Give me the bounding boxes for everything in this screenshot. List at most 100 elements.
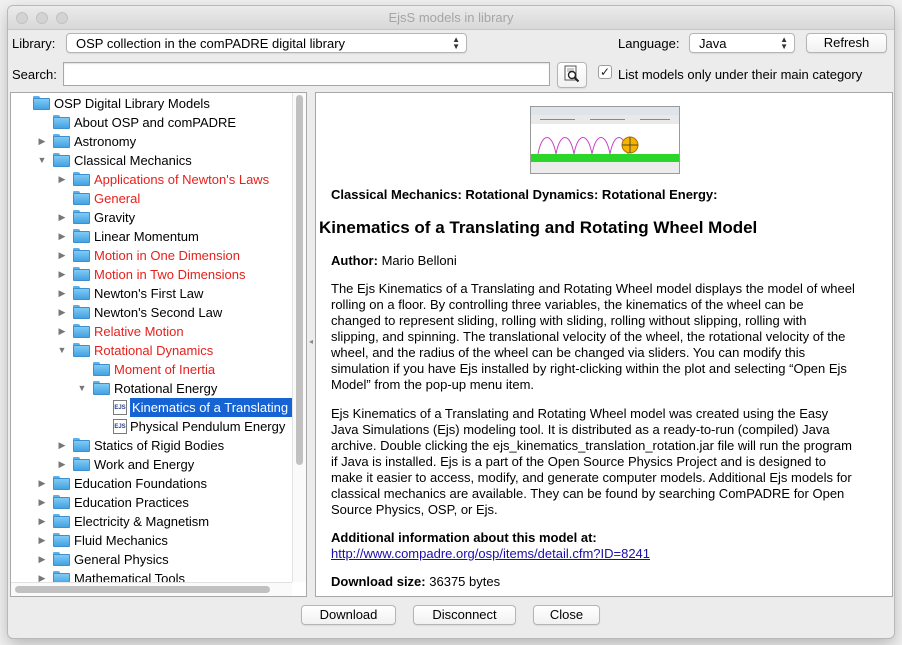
folder-icon bbox=[53, 134, 70, 148]
tree-item-label: Rotational Dynamics bbox=[94, 343, 214, 358]
close-window-button[interactable] bbox=[16, 12, 28, 24]
tree-item[interactable]: ▶ Newton's First Law bbox=[11, 284, 292, 303]
search-button[interactable] bbox=[557, 62, 587, 88]
folder-icon bbox=[93, 362, 110, 376]
folder-icon bbox=[73, 438, 90, 452]
title-bar: EjsS models in library bbox=[8, 6, 894, 30]
disclosure-collapsed-icon[interactable]: ▶ bbox=[57, 265, 67, 284]
tree-item-label: Moment of Inertia bbox=[114, 362, 216, 377]
disclosure-collapsed-icon[interactable]: ▶ bbox=[57, 246, 67, 265]
refresh-button[interactable]: Refresh bbox=[806, 33, 887, 53]
tree-item[interactable]: ▶ Education Foundations bbox=[11, 474, 292, 493]
folder-icon bbox=[73, 210, 90, 224]
minimize-window-button[interactable] bbox=[36, 12, 48, 24]
description-paragraph-2: Ejs Kinematics of a Translating and Rota… bbox=[331, 406, 852, 517]
language-select-value: Java bbox=[699, 36, 727, 51]
tree-item-label: Education Practices bbox=[74, 495, 189, 510]
tree-item[interactable]: ▶ Relative Motion bbox=[11, 322, 292, 341]
tree-item[interactable]: ▶ Work and Energy bbox=[11, 455, 292, 474]
disclosure-collapsed-icon[interactable]: ▶ bbox=[37, 531, 47, 550]
disclosure-collapsed-icon[interactable]: ▶ bbox=[57, 170, 67, 189]
tree-item[interactable]: ▼ Rotational Energy bbox=[11, 379, 292, 398]
folder-icon bbox=[73, 286, 90, 300]
tree-item[interactable]: ▼ Classical Mechanics bbox=[11, 151, 292, 170]
disclosure-collapsed-icon[interactable]: ▶ bbox=[37, 474, 47, 493]
folder-icon bbox=[53, 514, 70, 528]
tree-item[interactable]: ▶ Education Practices bbox=[11, 493, 292, 512]
tree-item[interactable]: EJS Physical Pendulum Energy bbox=[11, 417, 292, 436]
tree-vertical-scrollbar[interactable] bbox=[292, 93, 306, 582]
disclosure-expanded-icon[interactable]: ▼ bbox=[77, 379, 87, 398]
tree-horizontal-scroll-thumb[interactable] bbox=[15, 586, 270, 593]
tree-item-label: Gravity bbox=[94, 210, 136, 225]
disclosure-collapsed-icon[interactable]: ▶ bbox=[37, 493, 47, 512]
folder-icon bbox=[53, 495, 70, 509]
disconnect-button[interactable]: Disconnect bbox=[413, 605, 516, 625]
folder-icon bbox=[53, 115, 70, 129]
model-detail-pane: Classical Mechanics: Rotational Dynamics… bbox=[315, 92, 893, 597]
tree-item[interactable]: ▶ Statics of Rigid Bodies bbox=[11, 436, 292, 455]
close-button[interactable]: Close bbox=[533, 605, 600, 625]
disclosure-collapsed-icon[interactable]: ▶ bbox=[37, 512, 47, 531]
tree-item-label: Education Foundations bbox=[74, 476, 207, 491]
collapse-left-arrow-icon: ◂ bbox=[309, 337, 314, 346]
folder-icon bbox=[73, 229, 90, 243]
disclosure-collapsed-icon[interactable]: ▶ bbox=[57, 208, 67, 227]
disclosure-collapsed-icon[interactable]: ▶ bbox=[37, 550, 47, 569]
tree-item[interactable]: EJSKinematics of a Translating and bbox=[11, 398, 292, 417]
additional-info-link[interactable]: http://www.compadre.org/osp/items/detail… bbox=[331, 546, 650, 562]
tree-item[interactable]: ▶ Motion in One Dimension bbox=[11, 246, 292, 265]
tree-item[interactable]: ▶ Mathematical Tools bbox=[11, 569, 292, 582]
zoom-window-button[interactable] bbox=[56, 12, 68, 24]
search-input[interactable] bbox=[63, 62, 550, 86]
tree-item[interactable]: ▶ Applications of Newton's Laws bbox=[11, 170, 292, 189]
tree-item[interactable]: ▶ Gravity bbox=[11, 208, 292, 227]
folder-icon bbox=[73, 324, 90, 338]
tree-item[interactable]: ▶ Electricity & Magnetism bbox=[11, 512, 292, 531]
disclosure-collapsed-icon[interactable]: ▶ bbox=[57, 303, 67, 322]
disclosure-collapsed-icon[interactable]: ▶ bbox=[37, 569, 47, 582]
folder-icon bbox=[73, 343, 90, 357]
tree-item-label: Motion in One Dimension bbox=[94, 248, 240, 263]
tree-item-label: OSP Digital Library Models bbox=[54, 96, 210, 111]
folder-icon bbox=[53, 153, 70, 167]
tree-item-label: General bbox=[94, 191, 141, 206]
tree-item[interactable]: About OSP and comPADRE bbox=[11, 113, 292, 132]
tree-item-label: Electricity & Magnetism bbox=[74, 514, 210, 529]
main-category-checkbox[interactable]: ✓ bbox=[598, 65, 612, 79]
folder-icon bbox=[33, 96, 50, 110]
disclosure-collapsed-icon[interactable]: ▶ bbox=[57, 322, 67, 341]
tree-item[interactable]: Moment of Inertia bbox=[11, 360, 292, 379]
disclosure-collapsed-icon[interactable]: ▶ bbox=[57, 227, 67, 246]
additional-info-label: Additional information about this model … bbox=[331, 530, 597, 545]
model-tree[interactable]: OSP Digital Library Models About OSP and … bbox=[10, 92, 307, 597]
tree-item[interactable]: ▶ Newton's Second Law bbox=[11, 303, 292, 322]
download-button[interactable]: Download bbox=[301, 605, 396, 625]
folder-icon bbox=[73, 457, 90, 471]
tree-item[interactable]: ▼ Rotational Dynamics bbox=[11, 341, 292, 360]
disclosure-collapsed-icon[interactable]: ▶ bbox=[57, 436, 67, 455]
tree-item[interactable]: ▶ Fluid Mechanics bbox=[11, 531, 292, 550]
folder-icon bbox=[73, 172, 90, 186]
language-select[interactable]: Java ▲ ▼ bbox=[689, 33, 795, 53]
author-label: Author: bbox=[331, 253, 378, 268]
disclosure-expanded-icon[interactable]: ▼ bbox=[37, 151, 47, 170]
tree-item[interactable]: ▶ Linear Momentum bbox=[11, 227, 292, 246]
tree-item[interactable]: ▶ Astronomy bbox=[11, 132, 292, 151]
disclosure-collapsed-icon[interactable]: ▶ bbox=[57, 455, 67, 474]
tree-item[interactable]: OSP Digital Library Models bbox=[11, 94, 292, 113]
tree-horizontal-scrollbar[interactable] bbox=[11, 582, 292, 596]
window-title: EjsS models in library bbox=[388, 10, 514, 25]
tree-vertical-scroll-thumb[interactable] bbox=[296, 95, 303, 465]
tree-item[interactable]: ▶ General Physics bbox=[11, 550, 292, 569]
disclosure-expanded-icon[interactable]: ▼ bbox=[57, 341, 67, 360]
tree-item[interactable]: General bbox=[11, 189, 292, 208]
folder-icon bbox=[73, 248, 90, 262]
updown-arrows-icon: ▲ ▼ bbox=[452, 35, 460, 51]
tree-item-label: Statics of Rigid Bodies bbox=[94, 438, 225, 453]
disclosure-collapsed-icon[interactable]: ▶ bbox=[37, 132, 47, 151]
tree-item-label: Physical Pendulum Energy bbox=[130, 419, 286, 434]
disclosure-collapsed-icon[interactable]: ▶ bbox=[57, 284, 67, 303]
library-select[interactable]: OSP collection in the comPADRE digital l… bbox=[66, 33, 467, 53]
tree-item[interactable]: ▶ Motion in Two Dimensions bbox=[11, 265, 292, 284]
